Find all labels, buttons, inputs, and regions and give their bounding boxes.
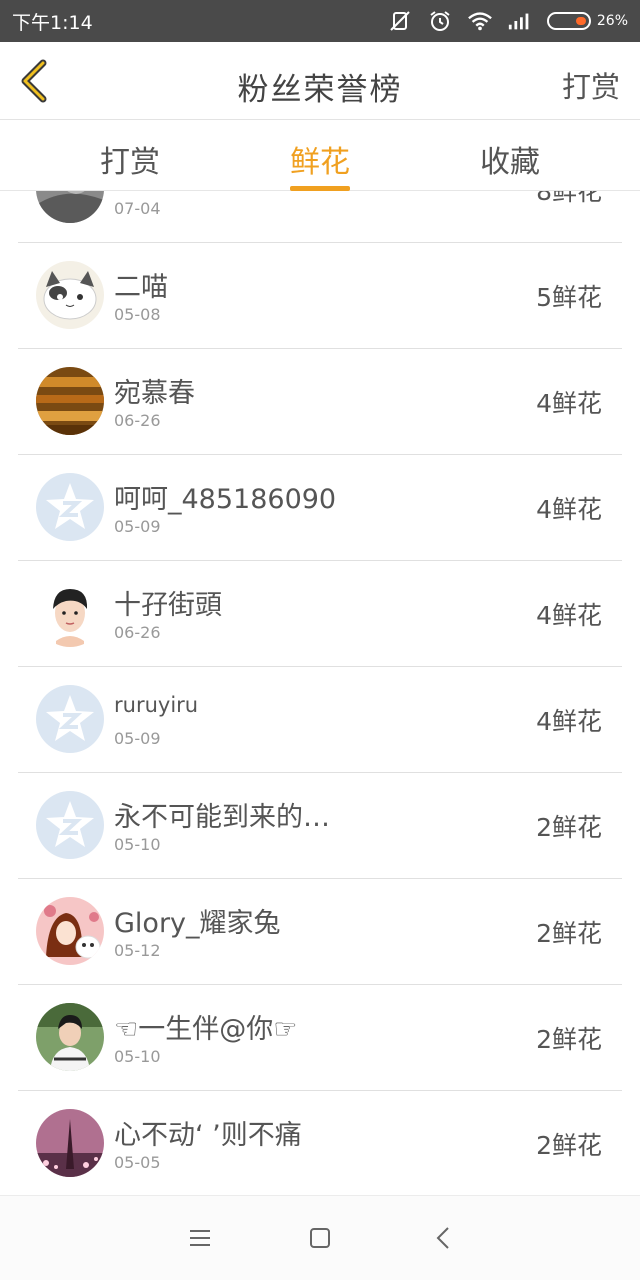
fan-ranking-list[interactable]: 07-04 8鲜花 二喵 05-08 5鲜花 宛慕春 06-26 4鲜花 呵呵_… (0, 191, 640, 1195)
user-name: 宛慕春 (114, 378, 195, 409)
user-name: 十孖街頭 (114, 590, 222, 621)
item-date: 05-05 (114, 1153, 161, 1172)
gray-photo-avatar (36, 191, 104, 223)
item-date: 07-04 (114, 199, 161, 218)
tab-bar: 打赏 鲜花 收藏 (0, 121, 640, 191)
tab-label: 鲜花 (290, 145, 350, 180)
item-date: 05-08 (114, 305, 161, 324)
flower-count: 2鲜花 (536, 813, 602, 842)
page-title: 粉丝荣誉榜 (237, 72, 403, 108)
back-chevron-icon (436, 1227, 449, 1249)
flower-count: 5鲜花 (536, 283, 602, 312)
flower-count: 4鲜花 (536, 495, 602, 524)
item-date: 05-09 (114, 517, 161, 536)
tab-label: 收藏 (480, 145, 540, 180)
user-name: ☜一生伴@你☞ (114, 1014, 298, 1045)
alarm-icon (427, 8, 453, 34)
system-back-button[interactable] (426, 1222, 462, 1254)
default-qzone-avatar (36, 685, 104, 753)
list-item[interactable]: 07-04 8鲜花 (18, 191, 622, 243)
user-name: Glory_耀家兔 (114, 908, 281, 939)
cat-avatar (36, 261, 104, 329)
item-date: 05-09 (114, 729, 161, 748)
vibrate-off-icon (387, 8, 413, 34)
list-item[interactable]: ruruyiru 05-09 4鲜花 (18, 667, 622, 773)
girl-illustration-avatar (36, 897, 104, 965)
pink-tower-avatar (36, 1109, 104, 1177)
home-square-icon (310, 1228, 330, 1248)
user-name: 呵呵_485186090 (114, 484, 337, 515)
flower-count: 4鲜花 (536, 601, 602, 630)
tab-favorites[interactable]: 收藏 (450, 137, 570, 181)
item-date: 06-26 (114, 411, 161, 430)
tab-reward[interactable]: 打赏 (70, 137, 190, 181)
default-qzone-avatar (36, 791, 104, 859)
item-date: 05-10 (114, 1047, 161, 1066)
user-name: 永不可能到来的… (114, 802, 330, 833)
signal-icon (507, 8, 533, 34)
flower-count: 4鲜花 (536, 389, 602, 418)
item-date: 05-12 (114, 941, 161, 960)
user-name: ruruyiru (114, 693, 199, 717)
list-item[interactable]: 心不动‘ ’则不痛 05-05 2鲜花 (18, 1091, 622, 1195)
item-date: 05-10 (114, 835, 161, 854)
user-name: 二喵 (114, 272, 168, 303)
list-item[interactable]: Glory_耀家兔 05-12 2鲜花 (18, 879, 622, 985)
tab-label: 打赏 (100, 145, 160, 180)
menu-button[interactable] (182, 1222, 218, 1254)
list-item[interactable]: 宛慕春 06-26 4鲜花 (18, 349, 622, 455)
reward-button[interactable]: 打赏 (562, 64, 620, 106)
flower-count: 2鲜花 (536, 1131, 602, 1160)
user-name: 心不动‘ ’则不痛 (114, 1120, 302, 1151)
menu-icon (190, 1230, 210, 1246)
flower-count: 8鲜花 (536, 191, 602, 206)
list-item[interactable]: ☜一生伴@你☞ 05-10 2鲜花 (18, 985, 622, 1091)
list-item[interactable]: 呵呵_485186090 05-09 4鲜花 (18, 455, 622, 561)
list-item[interactable]: 永不可能到来的… 05-10 2鲜花 (18, 773, 622, 879)
boy-photo-avatar (36, 1003, 104, 1071)
flower-count: 2鲜花 (536, 919, 602, 948)
battery-percent: 26% (596, 13, 628, 29)
flower-count: 4鲜花 (536, 707, 602, 736)
list-item[interactable]: 二喵 05-08 5鲜花 (18, 243, 622, 349)
gold-photo-avatar (36, 367, 104, 435)
flower-count: 2鲜花 (536, 1025, 602, 1054)
list-item[interactable]: 十孖街頭 06-26 4鲜花 (18, 561, 622, 667)
battery-icon (546, 12, 591, 30)
item-date: 06-26 (114, 623, 161, 642)
default-qzone-avatar (36, 473, 104, 541)
app-header: 粉丝荣誉榜 打赏 (0, 42, 640, 120)
tab-flowers[interactable]: 鲜花 (260, 137, 380, 191)
home-button[interactable] (302, 1222, 338, 1254)
battery-indicator: 26% (546, 12, 628, 30)
boy-portrait-avatar (36, 579, 104, 647)
system-nav-bar (0, 1195, 640, 1280)
status-bar: 下午1:14 26% (0, 0, 640, 42)
status-time: 下午1:14 (12, 11, 93, 34)
wifi-icon (467, 8, 493, 34)
